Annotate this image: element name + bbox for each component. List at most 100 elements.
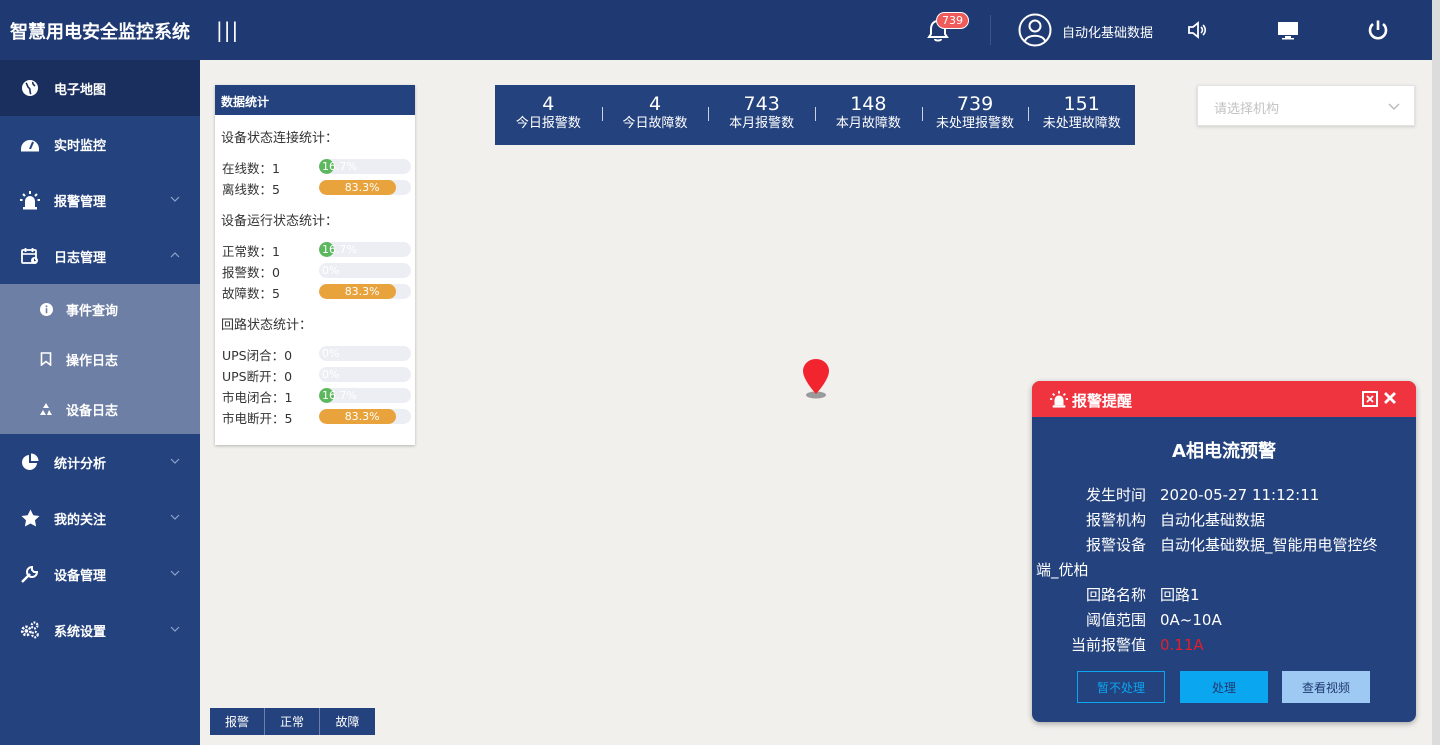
sidebar-item-label: 统计分析 — [54, 456, 107, 472]
stat-label: 离线数：5 — [222, 182, 280, 197]
stat-label: 报警数：0 — [222, 265, 280, 280]
user-avatar-icon[interactable] — [1018, 13, 1052, 47]
field-value: 2020-05-27 11:12:11 — [1160, 486, 1320, 504]
summary-month-faults[interactable]: 148 本月故障数 — [815, 85, 922, 145]
vertical-scrollbar[interactable] — [1432, 0, 1440, 745]
view-video-button[interactable]: 查看视频 — [1282, 671, 1370, 703]
field-value: 自动化基础数据 — [1160, 511, 1266, 529]
data-stats-panel: 数据统计 设备状态连接统计： 在线数：1 16.7% 离线数：5 83.3% 设… — [215, 85, 415, 445]
sidebar-item-log[interactable]: 日志管理 — [0, 228, 200, 284]
sidebar-item-statistics[interactable]: 统计分析 — [0, 434, 200, 490]
progress-bar: 16.7% — [319, 159, 411, 174]
progress-bar: 16.7% — [319, 388, 411, 403]
top-header: 智慧用电安全监控系统 ||| 739 自动化基础数据 — [0, 0, 1432, 60]
ignore-button[interactable]: 暂不处理 — [1077, 671, 1165, 703]
stat-row: 报警数：0 0% — [222, 262, 412, 280]
legend-fault[interactable]: 故障 — [320, 708, 375, 735]
summary-value: 4 — [542, 93, 555, 115]
summary-month-alarms[interactable]: 743 本月报警数 — [708, 85, 815, 145]
chevron-down-icon — [170, 514, 180, 520]
sidebar-item-label: 设备管理 — [54, 568, 107, 584]
stat-row: UPS闭合：0 0% — [222, 345, 412, 363]
gears-icon — [20, 620, 40, 640]
stat-row: 在线数：1 16.7% — [222, 158, 412, 176]
stat-row: 正常数：1 16.7% — [222, 241, 412, 259]
progress-text: 0% — [322, 347, 340, 360]
summary-caption: 今日故障数 — [622, 116, 688, 131]
summary-value: 151 — [1063, 93, 1100, 115]
power-icon[interactable] — [1366, 18, 1390, 42]
sidebar-item-operation-log[interactable]: 操作日志 — [0, 334, 200, 384]
progress-bar: 0% — [319, 263, 411, 278]
progress-bar: 83.3% — [319, 180, 411, 195]
summary-today-alarms[interactable]: 4 今日报警数 — [495, 85, 602, 145]
sidebar-item-favorites[interactable]: 我的关注 — [0, 490, 200, 546]
field-key: 发生时间 — [1085, 486, 1146, 504]
stats-group-title: 设备状态连接统计： — [221, 131, 339, 146]
progress-bar: 0% — [319, 346, 411, 361]
summary-caption: 今日报警数 — [515, 116, 581, 131]
sidebar-item-realtime[interactable]: 实时监控 — [0, 116, 200, 172]
sidebar-item-event-query[interactable]: 事件查询 — [0, 284, 200, 334]
alarm-field-range: 阈值范围 0A~10A — [1050, 609, 1222, 630]
legend-alarm[interactable]: 报警 — [210, 708, 265, 735]
sidebar-item-label: 电子地图 — [54, 82, 107, 98]
alarm-popup-header: 报警提醒 — [1032, 381, 1416, 417]
progress-text: 16.7% — [322, 389, 357, 402]
sidebar-item-device-log[interactable]: 设备日志 — [0, 384, 200, 434]
alarm-light-icon — [1050, 390, 1068, 408]
sidebar-item-map[interactable]: 电子地图 — [0, 60, 200, 116]
field-value: 0A~10A — [1160, 611, 1222, 629]
sidebar-item-label: 实时监控 — [54, 138, 107, 154]
globe-icon — [20, 78, 40, 98]
close-icon[interactable] — [1383, 391, 1397, 405]
dashboard-icon — [20, 134, 40, 154]
alarm-type-title: A相电流预警 — [1172, 441, 1276, 462]
alarm-field-time: 发生时间 2020-05-27 11:12:11 — [1050, 484, 1319, 505]
field-value: 0.11A — [1160, 636, 1204, 654]
org-select[interactable]: 请选择机构 — [1197, 85, 1415, 126]
field-key: 回路名称 — [1085, 586, 1146, 604]
legend-normal[interactable]: 正常 — [265, 708, 320, 735]
chevron-down-icon — [170, 626, 180, 632]
alarm-field-device: 报警设备 自动化基础数据_智能用电管控终 — [1050, 534, 1378, 555]
handle-button[interactable]: 处理 — [1180, 671, 1268, 703]
summary-value: 4 — [648, 93, 662, 115]
summary-unhandled-faults[interactable]: 151 未处理故障数 — [1028, 85, 1135, 145]
map-legend: 报警 正常 故障 — [210, 708, 375, 735]
summary-caption: 本月故障数 — [835, 116, 901, 131]
menu-toggle-button[interactable]: ||| — [216, 18, 239, 42]
sidebar-item-label: 系统设置 — [54, 624, 107, 640]
notification-badge: 739 — [936, 12, 969, 29]
progress-text: 16.7% — [322, 160, 357, 173]
pie-chart-icon — [20, 452, 40, 472]
sidebar-item-alarm[interactable]: 报警管理 — [0, 172, 200, 228]
alarm-field-device-cont: 端_优柏 — [1036, 561, 1089, 579]
info-icon — [38, 301, 54, 317]
stat-row: 市电断开：5 83.3% — [222, 408, 412, 426]
monitor-icon[interactable] — [1276, 18, 1300, 42]
sidebar-item-device-manage[interactable]: 设备管理 — [0, 546, 200, 602]
stats-group-title: 设备运行状态统计： — [221, 214, 339, 229]
chevron-down-icon — [170, 458, 180, 464]
map-marker-icon[interactable] — [802, 358, 830, 400]
alarm-field-loop: 回路名称 回路1 — [1050, 584, 1200, 605]
summary-unhandled-alarms[interactable]: 739 未处理报警数 — [921, 85, 1029, 145]
summary-today-faults[interactable]: 4 今日故障数 — [601, 85, 709, 145]
chevron-up-icon — [170, 252, 180, 258]
speaker-icon[interactable] — [1186, 18, 1210, 42]
field-key: 阈值范围 — [1085, 611, 1146, 629]
sidebar-item-label: 我的关注 — [54, 512, 107, 528]
app-title: 智慧用电安全监控系统 — [10, 22, 190, 43]
summary-bar: 4 今日报警数 4 今日故障数 743 本月报警数 148 本月故障数 739 未处理报警… — [495, 85, 1135, 145]
star-icon — [20, 508, 40, 528]
sidebar-item-settings[interactable]: 系统设置 — [0, 602, 200, 658]
summary-value: 148 — [850, 93, 887, 115]
stat-label: 故障数：5 — [222, 286, 280, 301]
progress-text: 0% — [322, 264, 340, 277]
maximize-icon[interactable] — [1362, 391, 1378, 407]
progress-bar: 16.7% — [319, 242, 411, 257]
user-name[interactable]: 自动化基础数据 — [1062, 22, 1154, 41]
progress-bar: 0% — [319, 367, 411, 382]
chevron-down-icon — [170, 196, 180, 202]
